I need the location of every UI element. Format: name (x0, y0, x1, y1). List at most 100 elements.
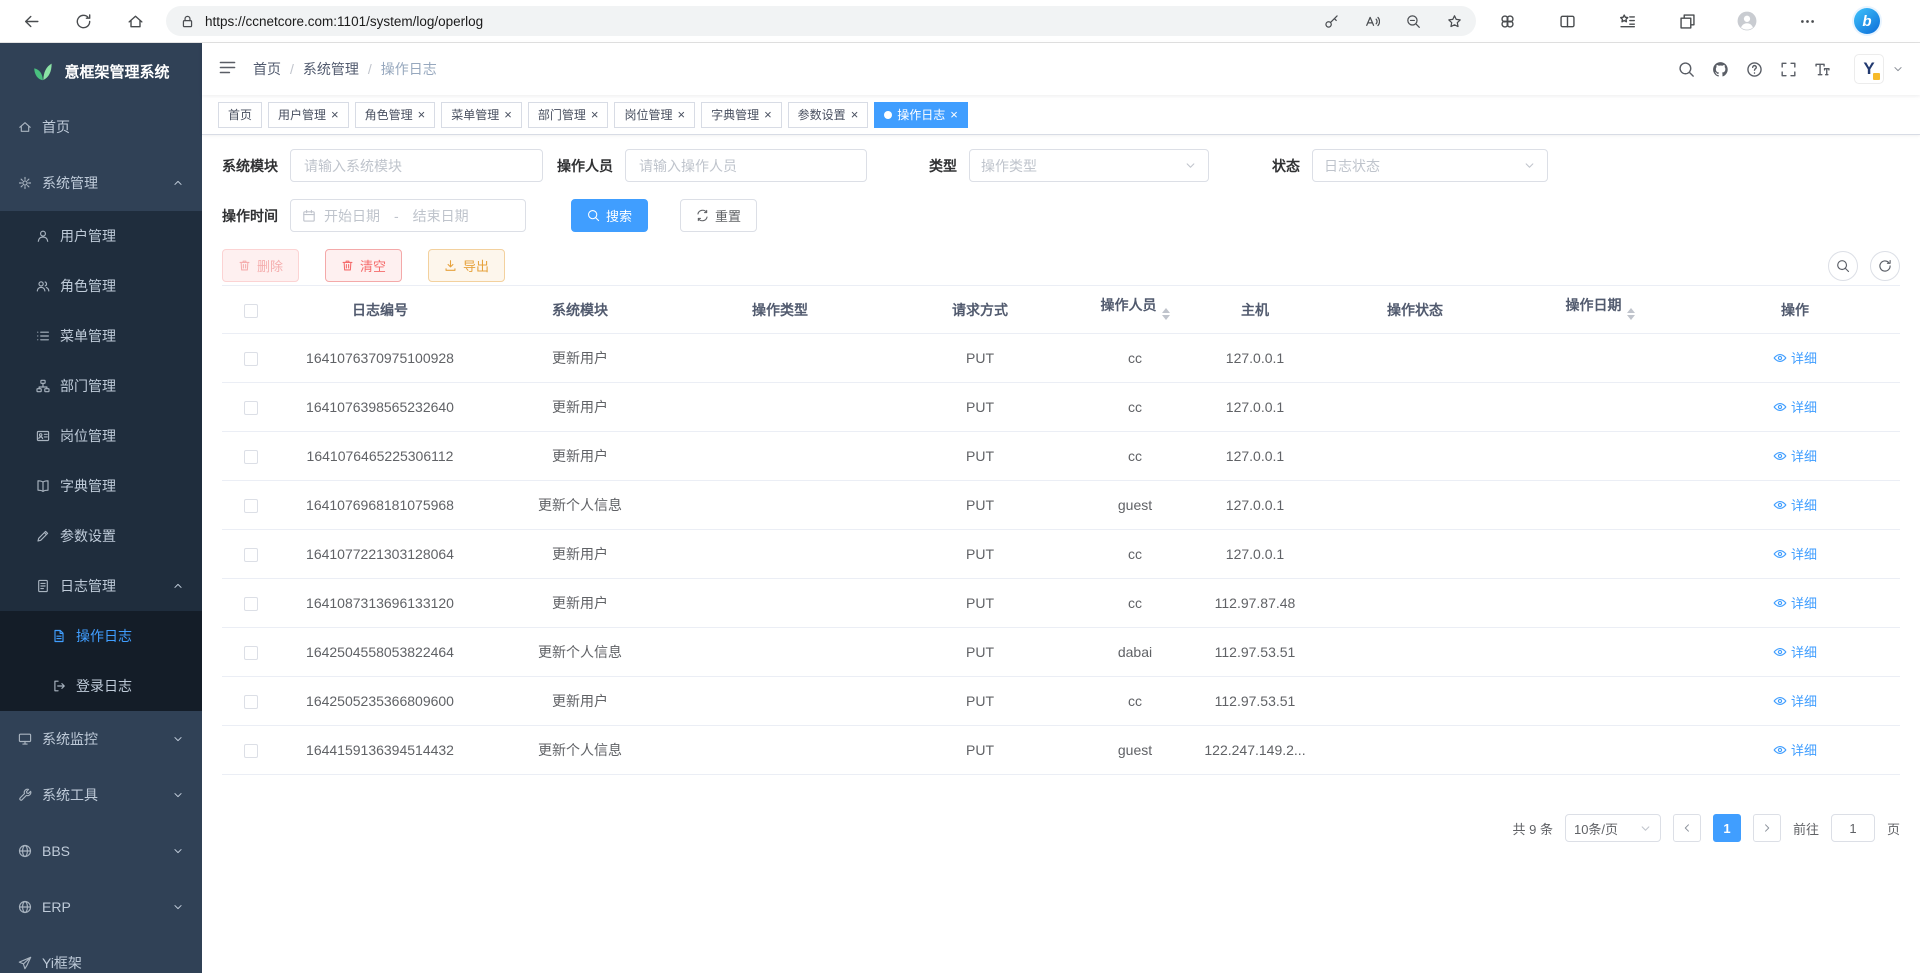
row-checkbox[interactable] (244, 450, 258, 464)
tab-home[interactable]: 首页 (218, 102, 262, 128)
close-icon[interactable]: × (418, 108, 426, 121)
tab-user[interactable]: 用户管理× (268, 102, 349, 128)
sidebar-item-log[interactable]: 日志管理 (0, 561, 202, 611)
close-icon[interactable]: × (331, 108, 339, 121)
close-icon[interactable]: × (851, 108, 859, 121)
browser-home-button[interactable] (118, 4, 152, 38)
read-aloud-icon[interactable] (1365, 14, 1380, 29)
fullscreen-icon[interactable] (1780, 61, 1797, 78)
favorites-star-icon[interactable] (1447, 14, 1462, 29)
tab-operlog[interactable]: 操作日志× (874, 102, 968, 128)
end-date-placeholder[interactable]: 结束日期 (413, 206, 469, 226)
lock-icon[interactable] (180, 14, 195, 29)
select-all-checkbox[interactable] (244, 304, 258, 318)
detail-link[interactable]: 详细 (1773, 740, 1817, 759)
breadcrumb-system[interactable]: 系统管理 (303, 59, 359, 79)
status-select[interactable]: 日志状态 (1312, 149, 1548, 182)
refresh-button[interactable] (66, 4, 100, 38)
detail-link[interactable]: 详细 (1773, 495, 1817, 514)
bing-sidebar-icon[interactable]: b (1850, 4, 1884, 38)
prev-page-button[interactable] (1673, 814, 1701, 842)
sidebar-item-erp[interactable]: ERP (0, 879, 202, 935)
sidebar-item-loginlog[interactable]: 登录日志 (0, 661, 202, 711)
detail-link[interactable]: 详细 (1773, 397, 1817, 416)
user-menu[interactable]: Y (1854, 54, 1904, 84)
operator-input[interactable] (625, 149, 867, 182)
sidebar-item-system[interactable]: 系统管理 (0, 155, 202, 211)
browser-more-icon[interactable] (1790, 4, 1824, 38)
sidebar-item-operlog[interactable]: 操作日志 (0, 611, 202, 661)
row-checkbox[interactable] (244, 401, 258, 415)
type-select[interactable]: 操作类型 (969, 149, 1209, 182)
detail-link[interactable]: 详细 (1773, 544, 1817, 563)
tab-menu[interactable]: 菜单管理× (441, 102, 522, 128)
detail-link[interactable]: 详细 (1773, 642, 1817, 661)
close-icon[interactable]: × (764, 108, 772, 121)
next-page-button[interactable] (1753, 814, 1781, 842)
close-icon[interactable]: × (950, 108, 958, 121)
split-screen-icon[interactable] (1550, 4, 1584, 38)
sidebar-item-dept[interactable]: 部门管理 (0, 361, 202, 411)
zoom-out-icon[interactable] (1406, 14, 1421, 29)
detail-link[interactable]: 详细 (1773, 691, 1817, 710)
refresh-table-button[interactable] (1870, 251, 1900, 281)
tab-dept[interactable]: 部门管理× (528, 102, 609, 128)
search-button[interactable]: 搜索 (571, 199, 648, 232)
sidebar-toggle-button[interactable] (218, 58, 237, 80)
close-icon[interactable]: × (504, 108, 512, 121)
start-date-placeholder[interactable]: 开始日期 (324, 206, 380, 226)
sidebar-item-user[interactable]: 用户管理 (0, 211, 202, 261)
browser-profile-avatar[interactable] (1730, 4, 1764, 38)
collections-icon[interactable] (1670, 4, 1704, 38)
sidebar-item-monitor[interactable]: 系统监控 (0, 711, 202, 767)
tab-post[interactable]: 岗位管理× (614, 102, 695, 128)
user-avatar[interactable]: Y (1854, 54, 1884, 84)
row-checkbox[interactable] (244, 548, 258, 562)
column-header-date[interactable]: 操作日期 (1510, 286, 1690, 334)
sidebar-item-param[interactable]: 参数设置 (0, 511, 202, 561)
row-checkbox[interactable] (244, 352, 258, 366)
sidebar-item-tools[interactable]: 系统工具 (0, 767, 202, 823)
font-size-icon[interactable] (1814, 61, 1831, 78)
column-header-operator[interactable]: 操作人员 (1080, 286, 1190, 334)
header-search-icon[interactable] (1678, 61, 1695, 78)
row-checkbox[interactable] (244, 744, 258, 758)
extensions-icon[interactable] (1490, 4, 1524, 38)
favorites-bar-icon[interactable] (1610, 4, 1644, 38)
module-input[interactable] (290, 149, 543, 182)
reset-button[interactable]: 重置 (680, 199, 757, 232)
sidebar-item-dict[interactable]: 字典管理 (0, 461, 202, 511)
tab-param[interactable]: 参数设置× (788, 102, 869, 128)
sort-caret-icon[interactable] (1627, 304, 1635, 324)
sidebar-item-bbs[interactable]: BBS (0, 823, 202, 879)
address-bar[interactable]: https://ccnetcore.com:1101/system/log/op… (166, 6, 1476, 36)
row-checkbox[interactable] (244, 597, 258, 611)
export-button[interactable]: 导出 (428, 249, 505, 282)
tab-role[interactable]: 角色管理× (355, 102, 436, 128)
password-key-icon[interactable] (1324, 14, 1339, 29)
goto-page-input[interactable] (1831, 814, 1875, 842)
url-text[interactable]: https://ccnetcore.com:1101/system/log/op… (205, 14, 1324, 29)
sidebar-item-yiframe[interactable]: Yi框架 (0, 935, 202, 973)
detail-link[interactable]: 详细 (1773, 348, 1817, 367)
sidebar-item-home[interactable]: 首页 (0, 99, 202, 155)
detail-link[interactable]: 详细 (1773, 446, 1817, 465)
page-1-button[interactable]: 1 (1713, 814, 1741, 842)
close-icon[interactable]: × (591, 108, 599, 121)
close-icon[interactable]: × (677, 108, 685, 121)
detail-link[interactable]: 详细 (1773, 593, 1817, 612)
help-icon[interactable] (1746, 61, 1763, 78)
row-checkbox[interactable] (244, 695, 258, 709)
clear-button[interactable]: 清空 (325, 249, 402, 282)
sidebar-item-post[interactable]: 岗位管理 (0, 411, 202, 461)
sort-caret-icon[interactable] (1162, 304, 1170, 324)
sidebar-item-role[interactable]: 角色管理 (0, 261, 202, 311)
github-icon[interactable] (1712, 61, 1729, 78)
delete-button[interactable]: 删除 (222, 249, 299, 282)
row-checkbox[interactable] (244, 646, 258, 660)
toggle-search-button[interactable] (1828, 251, 1858, 281)
page-size-select[interactable]: 10条/页 (1565, 814, 1661, 842)
date-range-picker[interactable]: 开始日期 - 结束日期 (290, 199, 526, 232)
row-checkbox[interactable] (244, 499, 258, 513)
sidebar-item-menu[interactable]: 菜单管理 (0, 311, 202, 361)
